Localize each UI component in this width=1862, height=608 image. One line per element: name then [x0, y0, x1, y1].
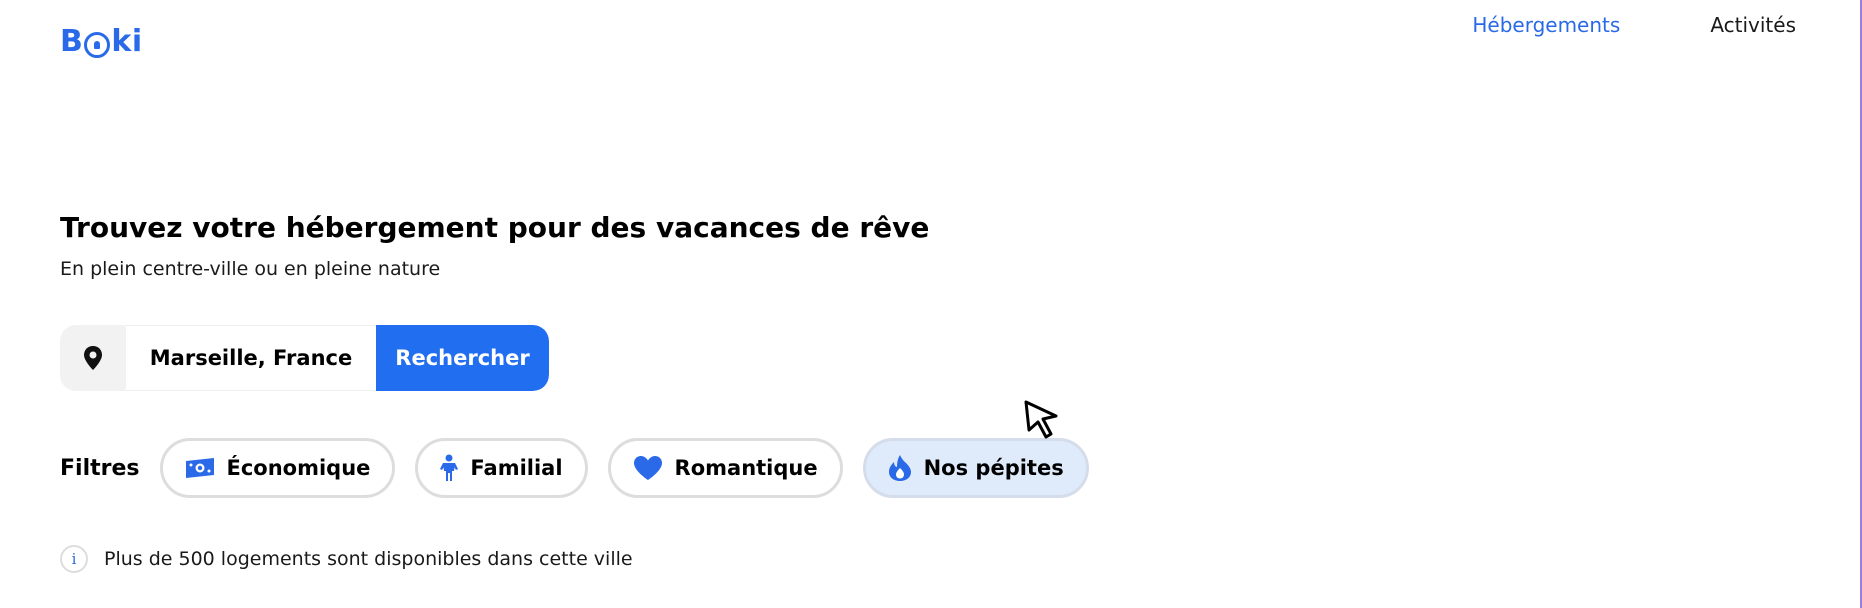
info-icon: i	[60, 545, 88, 573]
location-pin-icon	[60, 325, 126, 391]
filter-chip-nos-pepites[interactable]: Nos pépites	[862, 438, 1089, 498]
nav-link-hebergements[interactable]: Hébergements	[1472, 10, 1620, 40]
money-icon	[185, 457, 215, 479]
filter-chip-label: Nos pépites	[923, 456, 1064, 480]
filter-chip-economique[interactable]: Économique	[159, 438, 396, 498]
availability-text: Plus de 500 logements sont disponibles d…	[104, 548, 633, 570]
fire-icon	[888, 454, 912, 482]
logo-text-end: ki	[111, 24, 143, 59]
heart-icon	[633, 455, 663, 481]
filters-label: Filtres	[60, 455, 140, 481]
filter-chip-romantique[interactable]: Romantique	[607, 438, 843, 498]
mouse-cursor-icon	[1024, 400, 1058, 439]
filter-chip-familial[interactable]: Familial	[415, 438, 588, 498]
filter-chip-label: Romantique	[674, 456, 818, 480]
search-bar: Rechercher	[60, 325, 549, 391]
filters-bar: Filtres Économique Familial Romantique N…	[60, 435, 1109, 501]
city-search-input[interactable]	[126, 325, 376, 391]
availability-info: i Plus de 500 logements sont disponibles…	[60, 545, 633, 573]
logo-text: B	[60, 24, 84, 59]
page: Bki Hébergements Activités Trouvez votre…	[0, 0, 1862, 608]
logo-lock-icon	[84, 32, 111, 58]
main-nav: Hébergements Activités	[1472, 10, 1796, 40]
filter-chip-label: Familial	[470, 456, 563, 480]
nav-link-activites[interactable]: Activités	[1710, 10, 1796, 40]
page-title: Trouvez votre hébergement pour des vacan…	[60, 211, 930, 244]
search-button[interactable]: Rechercher	[376, 325, 549, 391]
page-subtitle: En plein centre-ville ou en pleine natur…	[60, 258, 441, 280]
filter-chip-label: Économique	[226, 456, 371, 480]
person-icon	[440, 454, 459, 482]
booki-logo[interactable]: Bki	[60, 24, 143, 60]
